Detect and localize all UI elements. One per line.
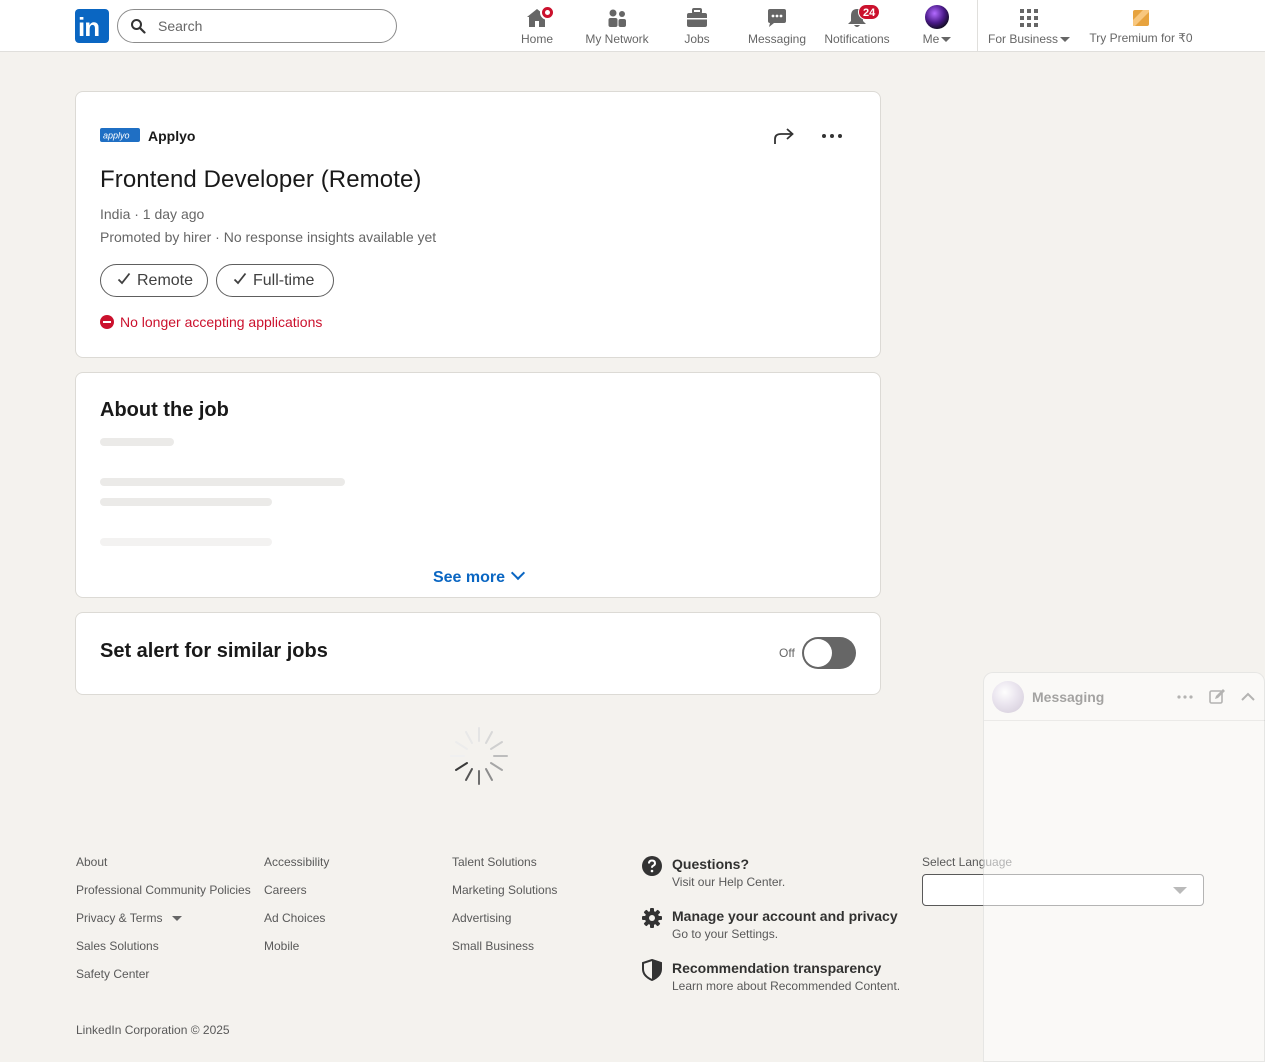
share-icon[interactable] — [772, 124, 796, 148]
footer-link-talent-solutions[interactable]: Talent Solutions — [452, 855, 537, 869]
about-job-heading: About the job — [100, 399, 229, 421]
grid-apps-icon — [1020, 9, 1038, 27]
closed-icon — [100, 315, 114, 329]
home-notification-dot — [540, 5, 555, 20]
privacy-terms-label: Privacy & Terms — [76, 911, 163, 925]
briefcase-icon — [687, 8, 707, 27]
nav-my-network-label: My Network — [585, 32, 649, 46]
manage-account-link[interactable]: Manage your account and privacy — [672, 908, 898, 924]
application-status-text: No longer accepting applications — [120, 314, 323, 330]
application-closed-notice: No longer accepting applications — [100, 314, 322, 330]
checkmark-icon — [117, 272, 131, 285]
nav-for-business[interactable]: For Business — [986, 0, 1072, 52]
chevron-down-icon — [1060, 37, 1071, 43]
job-alert-heading: Set alert for similar jobs — [100, 640, 328, 662]
gear-icon — [642, 908, 662, 928]
recommendation-transparency-sub: Learn more about Recommended Content. — [672, 979, 901, 993]
nav-messaging[interactable]: Messaging — [744, 0, 810, 52]
more-options-icon[interactable] — [820, 124, 844, 148]
search-box[interactable] — [117, 9, 397, 43]
applyo-logo-text: applyo — [103, 131, 130, 141]
nav-divider — [977, 0, 978, 52]
nav-me-label-wrap: Me — [912, 32, 962, 46]
shield-icon — [642, 959, 662, 981]
logo-text: in — [78, 12, 100, 42]
search-input[interactable] — [158, 16, 378, 36]
footer-link-accessibility[interactable]: Accessibility — [264, 855, 329, 869]
nav-for-business-label-wrap: For Business — [986, 32, 1072, 46]
footer-link-privacy-terms[interactable]: Privacy & Terms — [76, 911, 182, 925]
chevron-down-icon — [941, 37, 952, 43]
checkmark-icon — [233, 272, 247, 285]
footer-link-marketing-solutions[interactable]: Marketing Solutions — [452, 883, 557, 897]
loading-spinner-icon — [450, 727, 508, 785]
footer-link-community-policies[interactable]: Professional Community Policies — [76, 883, 251, 897]
see-more-label: See more — [432, 569, 506, 586]
global-nav: in Home My Network Jobs — [0, 0, 1265, 52]
company-name-link[interactable]: Applyo — [148, 128, 195, 144]
see-more-button[interactable]: See more — [76, 565, 880, 587]
nav-messaging-label: Messaging — [747, 32, 807, 46]
nav-me[interactable]: Me — [912, 0, 962, 52]
job-top-card: applyo Applyo Frontend Developer (Remote… — [75, 91, 881, 358]
copyright-text: LinkedIn Corporation © 2025 — [76, 1023, 230, 1037]
question-icon — [642, 856, 662, 876]
workplace-type-label: Remote — [137, 272, 194, 289]
nav-my-network[interactable]: My Network — [580, 0, 654, 52]
job-location-posted: India · 1 day ago — [100, 206, 205, 222]
footer-link-ad-choices[interactable]: Ad Choices — [264, 911, 325, 925]
job-promoted-info: Promoted by hirer · No response insights… — [100, 229, 437, 245]
about-job-card: About the job See more — [75, 372, 881, 598]
messaging-overlay-title: Messaging — [1032, 689, 1105, 705]
employment-type-label: Full-time — [253, 272, 315, 289]
nav-notifications[interactable]: 24 Notifications — [822, 0, 892, 52]
footer-link-small-business[interactable]: Small Business — [452, 939, 534, 953]
employment-type-pill[interactable]: Full-time — [216, 264, 334, 297]
applyo-logo[interactable]: applyo — [100, 128, 140, 142]
footer-link-mobile[interactable]: Mobile — [264, 939, 299, 953]
footer-link-advertising[interactable]: Advertising — [452, 911, 511, 925]
notifications-count-badge: 24 — [858, 4, 881, 20]
messaging-overlay-header[interactable]: Messaging — [984, 673, 1265, 721]
compose-icon[interactable] — [1207, 687, 1227, 707]
avatar — [992, 681, 1024, 713]
chevron-up-icon[interactable] — [1238, 687, 1258, 707]
loading-placeholder-line — [100, 478, 345, 486]
job-alert-toggle-state: Off — [779, 646, 795, 660]
premium-icon — [1133, 10, 1149, 26]
chevron-down-icon — [171, 916, 182, 922]
loading-placeholder-line — [100, 438, 174, 446]
recommendation-transparency-link[interactable]: Recommendation transparency — [672, 960, 881, 976]
nav-try-premium[interactable]: Try Premium for ₹0 — [1086, 0, 1196, 52]
messaging-overlay[interactable]: Messaging — [983, 672, 1265, 1062]
job-title: Frontend Developer (Remote) — [100, 166, 422, 193]
linkedin-logo[interactable]: in — [75, 9, 109, 43]
footer-link-sales-solutions[interactable]: Sales Solutions — [76, 939, 159, 953]
chevron-down-icon — [510, 565, 526, 581]
nav-jobs-label: Jobs — [684, 32, 710, 46]
help-questions-sub: Visit our Help Center. — [672, 875, 786, 889]
nav-for-business-label: For Business — [987, 32, 1059, 46]
job-alert-card: Set alert for similar jobs Off — [75, 612, 881, 695]
more-options-icon[interactable] — [1175, 687, 1195, 707]
nav-notifications-label: Notifications — [824, 32, 890, 46]
nav-me-label: Me — [922, 32, 940, 46]
nav-jobs[interactable]: Jobs — [672, 0, 722, 52]
loading-placeholder-line — [100, 498, 272, 506]
manage-account-sub: Go to your Settings. — [672, 927, 779, 941]
workplace-type-pill[interactable]: Remote — [100, 264, 208, 297]
nav-try-premium-label: Try Premium for ₹0 — [1089, 31, 1193, 45]
job-alert-toggle[interactable] — [802, 637, 856, 669]
nav-home-label: Home — [520, 32, 553, 46]
nav-home[interactable]: Home — [512, 0, 562, 52]
people-icon — [608, 9, 626, 27]
footer-link-safety-center[interactable]: Safety Center — [76, 967, 149, 981]
chat-bubble-icon — [768, 9, 786, 27]
avatar — [925, 5, 949, 29]
loading-placeholder-line — [100, 538, 272, 546]
search-icon — [131, 19, 146, 34]
footer-link-careers[interactable]: Careers — [264, 883, 307, 897]
help-questions-link[interactable]: Questions? — [672, 856, 749, 872]
footer-link-about[interactable]: About — [76, 855, 107, 869]
